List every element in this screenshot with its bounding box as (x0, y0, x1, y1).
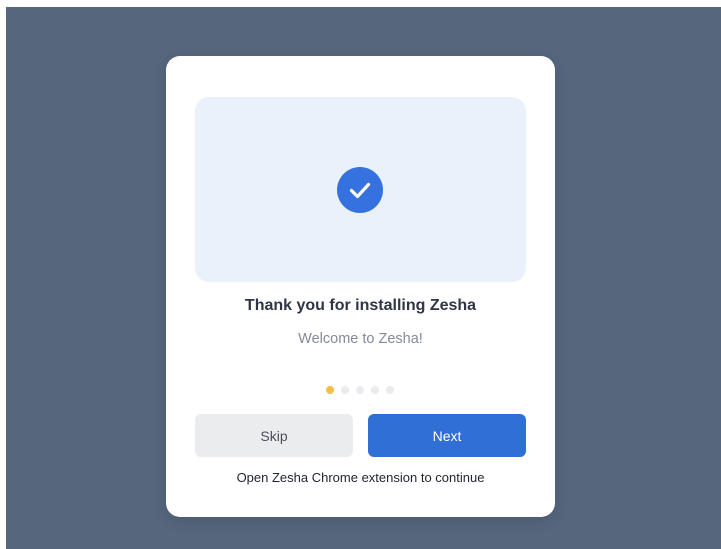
instruction-text: Open Zesha Chrome extension to continue (236, 470, 485, 485)
step-dot-2[interactable] (341, 386, 349, 394)
dialog-title: Thank you for installing Zesha (244, 297, 477, 314)
hero-illustration (195, 97, 526, 282)
step-dot-4[interactable] (371, 386, 379, 394)
page-backdrop: Thank you for installing Zesha Welcome t… (6, 7, 721, 549)
skip-button[interactable]: Skip (195, 414, 353, 457)
check-circle-icon (337, 167, 383, 213)
step-dot-3[interactable] (356, 386, 364, 394)
onboarding-dialog: Thank you for installing Zesha Welcome t… (166, 56, 555, 517)
dialog-subtitle: Welcome to Zesha! (298, 331, 423, 347)
checkmark-icon (349, 182, 371, 199)
step-dot-5[interactable] (386, 386, 394, 394)
step-indicator (326, 386, 396, 394)
next-button[interactable]: Next (368, 414, 526, 457)
step-dot-1[interactable] (326, 386, 334, 394)
